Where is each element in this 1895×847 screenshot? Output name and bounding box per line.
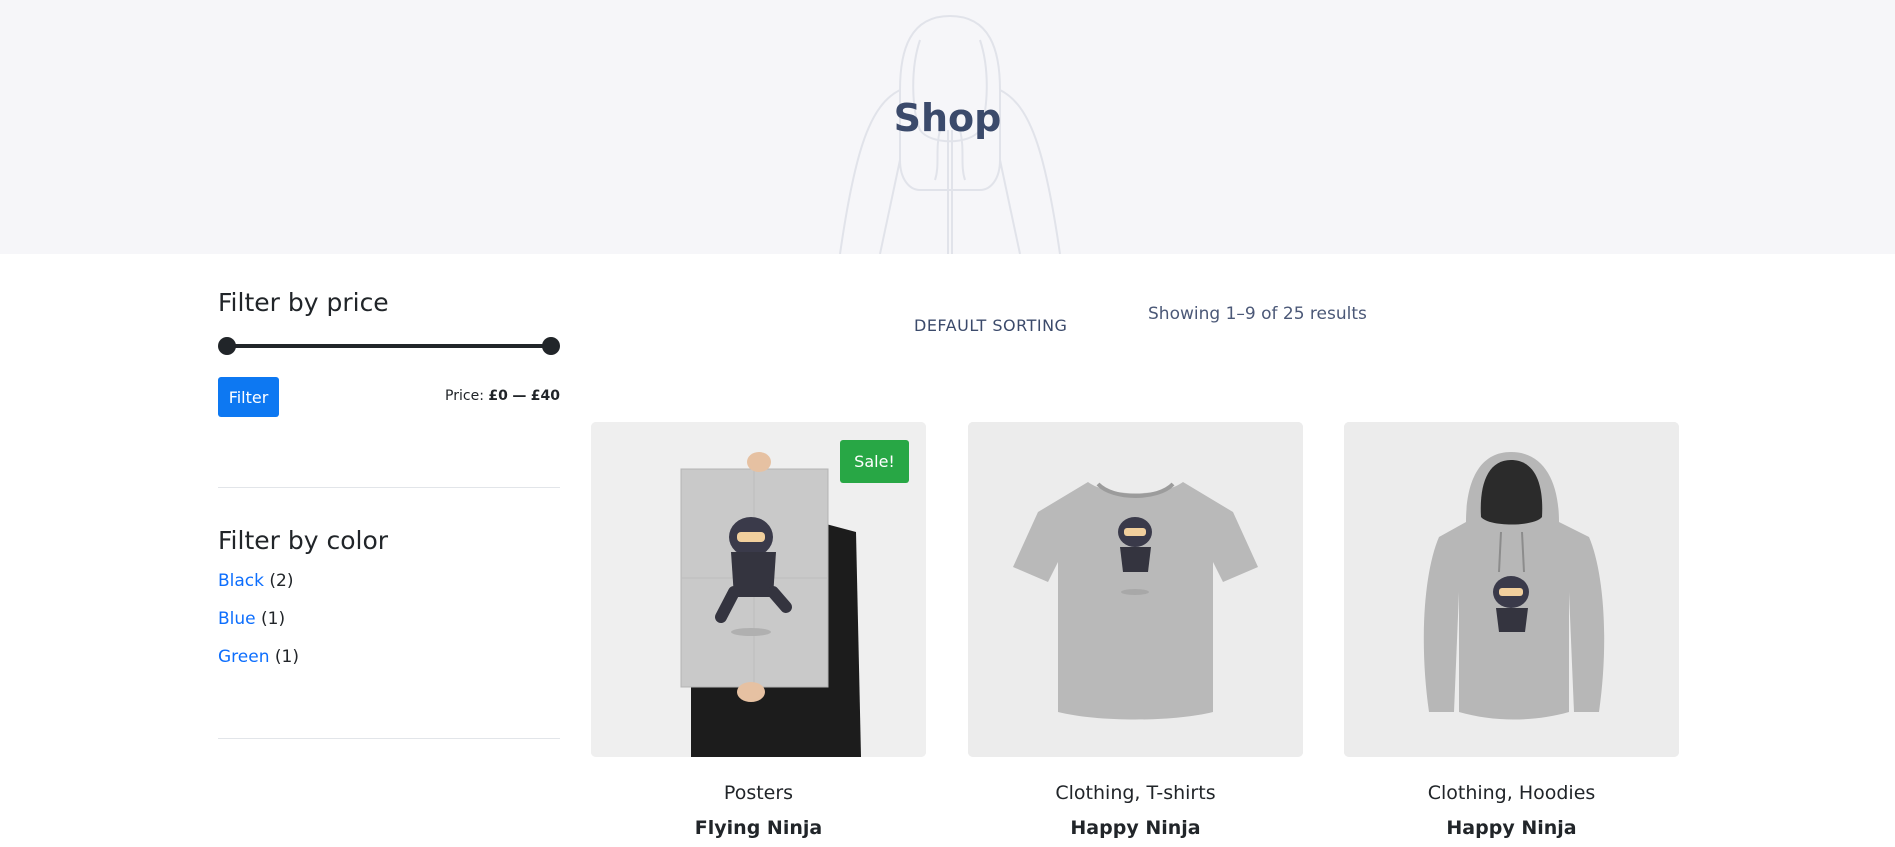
color-filter-item: Green (1) [218,646,560,668]
price-slider-track [226,344,552,348]
price-slider-max-handle[interactable] [542,337,560,355]
hoodie-icon [1344,422,1679,757]
price-separator: — [512,388,527,404]
product-category: Clothing, Hoodies [1427,782,1596,804]
color-filter-link-black[interactable]: Black [218,571,264,591]
price-filter-row: Filter Price: £0 — £40 [218,377,560,417]
hero-banner: Shop [0,0,1895,254]
price-prefix: Price: [445,388,484,404]
product-card: Clothing, Hoodies Happy Ninja [1344,422,1679,839]
page-title: Shop [893,96,1002,140]
tshirt-icon [968,422,1303,757]
color-count: (2) [269,571,294,591]
product-image[interactable] [1344,422,1679,757]
color-count: (1) [274,647,299,667]
product-name[interactable]: Flying Ninja [591,817,926,839]
color-filter-link-green[interactable]: Green [218,647,269,667]
price-slider-min-handle[interactable] [218,337,236,355]
price-min-value: £0 [488,388,508,404]
product-name[interactable]: Happy Ninja [968,817,1303,839]
product-category: Clothing, T-shirts [1055,782,1216,804]
sorting-dropdown[interactable]: DEFAULT SORTING [914,316,1067,335]
sidebar: Filter by price Filter Price: £0 — £40 F… [218,288,560,739]
color-filter-item: Blue (1) [218,608,560,630]
filter-button[interactable]: Filter [218,377,279,417]
color-filter-list: Black (2) Blue (1) Green (1) [218,570,560,668]
color-filter-link-blue[interactable]: Blue [218,609,256,629]
price-max-value: £40 [530,388,560,404]
color-filter-item: Black (2) [218,570,560,592]
price-slider[interactable] [218,336,560,356]
product-card: Clothing, T-shirts Happy Ninja [968,422,1303,839]
color-count: (1) [261,609,286,629]
price-filter-title: Filter by price [218,288,389,317]
sidebar-divider [218,738,560,739]
price-range-label: Price: £0 — £40 [445,388,560,404]
results-count: Showing 1–9 of 25 results [1148,304,1367,324]
sale-badge: Sale! [840,440,909,483]
color-filter-title: Filter by color [218,526,389,555]
product-card: Sale! Posters Flying Ninja [591,422,926,839]
product-name[interactable]: Happy Ninja [1344,817,1679,839]
product-image[interactable] [968,422,1303,757]
sidebar-divider [218,487,560,488]
product-category: Posters [723,782,794,804]
product-image[interactable]: Sale! [591,422,926,757]
